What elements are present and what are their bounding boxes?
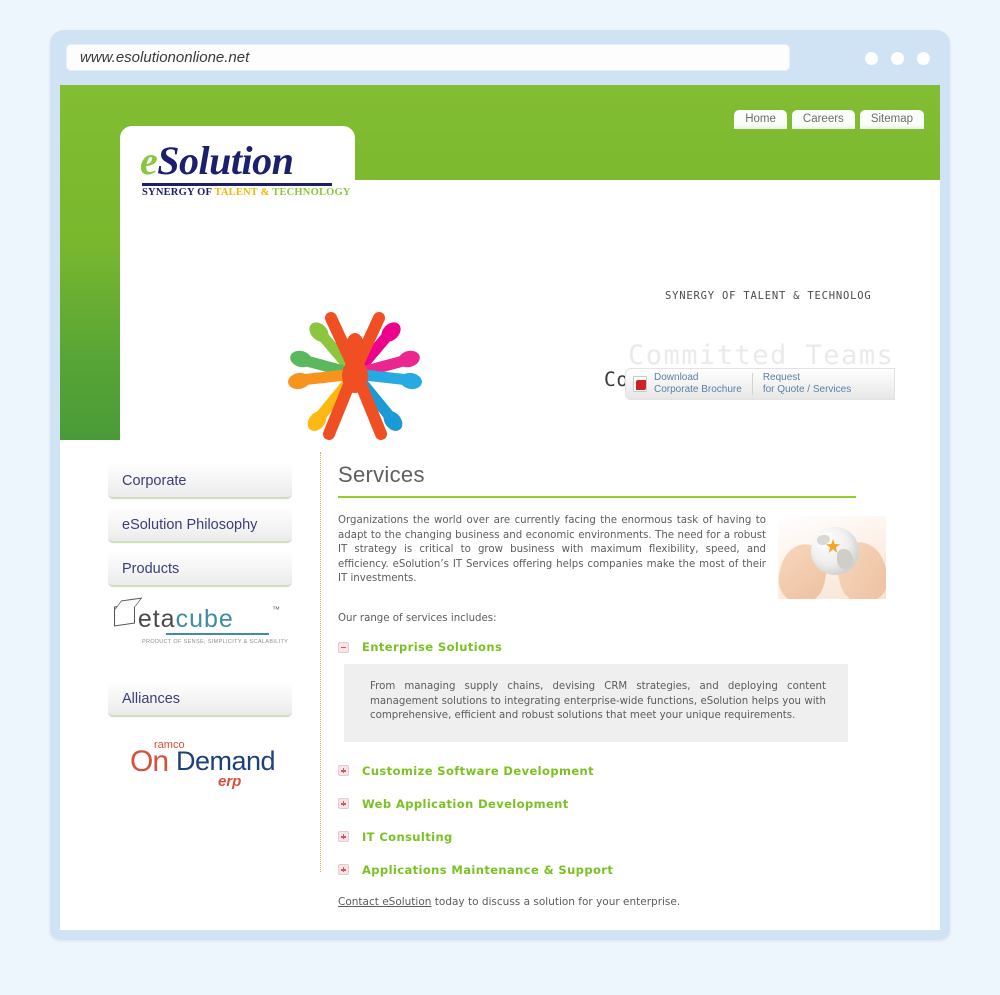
- logo-tagline-talent: TALENT &: [214, 187, 273, 198]
- utility-nav-careers[interactable]: Careers: [791, 110, 855, 129]
- accordion-header-it-consulting[interactable]: IT Consulting: [338, 830, 888, 844]
- strapline-sep-1: |: [721, 194, 725, 206]
- intro-paragraph: Organizations the world over are current…: [338, 515, 766, 584]
- content-area: Corporate eSolution Philosophy Products …: [60, 440, 940, 930]
- download-brochure-label: Download Corporate Brochure: [654, 372, 742, 396]
- sidebar-item-alliances[interactable]: Alliances: [108, 683, 292, 717]
- sidebar-item-label: eSolution Philosophy: [122, 517, 258, 533]
- ramco-ondemand-logo[interactable]: ramco On Demand erp: [108, 733, 292, 793]
- browser-window: www.esolutiononlione.net eSolution SYNER…: [50, 30, 950, 940]
- logo-wordmark: eSolution: [140, 140, 351, 182]
- nav-corporate[interactable]: Corporate: [549, 237, 629, 258]
- window-controls: [865, 52, 930, 65]
- accordion-body-enterprise-solutions: From managing supply chains, devising CR…: [344, 664, 848, 742]
- strapline-sep-2: |: [830, 194, 835, 206]
- request-quote-button[interactable]: Request for Quote / Services: [753, 372, 861, 396]
- plus-icon[interactable]: [338, 831, 349, 842]
- contact-cta: Contact eSolution today to discuss a sol…: [338, 896, 888, 908]
- site-logo[interactable]: eSolution SYNERGY OF TALENT & TECHNOLOGY: [140, 140, 351, 199]
- download-line-2: Corporate Brochure: [654, 384, 742, 395]
- sidebar-item-label: Products: [122, 561, 180, 577]
- accordion-header-applications-maintenance-support[interactable]: Applications Maintenance & Support: [338, 863, 888, 877]
- hero-banner: SYNERGY OF TALENT & TECHNOLOG Committed …: [120, 180, 940, 440]
- column-divider: [320, 452, 321, 872]
- logo-divider: [142, 183, 332, 186]
- accordion-label: Customize Software Development: [362, 763, 595, 778]
- action-strip: Download Corporate Brochure Request for …: [625, 368, 895, 400]
- services-strapline: Software Development | Web Development | I.T…: [596, 194, 924, 206]
- services-range-label: Our range of services includes:: [338, 613, 497, 624]
- accordion-label: Applications Maintenance & Support: [362, 862, 614, 877]
- primary-nav: Corporate Services Products Contact Us: [549, 237, 922, 258]
- accordion-collapsed-list: Customize Software Development Web Appli…: [338, 764, 888, 877]
- plus-icon[interactable]: [338, 798, 349, 809]
- logo-solution: Solution: [157, 138, 294, 183]
- utility-nav: Home Careers Sitemap: [734, 110, 924, 129]
- intro-row: Organizations the world over are current…: [338, 514, 888, 599]
- accordion-header-customize-software-development[interactable]: Customize Software Development: [338, 764, 888, 778]
- ramco-on: On: [130, 745, 169, 778]
- utility-nav-sitemap[interactable]: Sitemap: [859, 110, 924, 129]
- trademark-icon: ™: [272, 605, 280, 614]
- globe-shape: [811, 527, 859, 575]
- metacube-wordmark: Metacube: [116, 605, 234, 634]
- logo-tagline: SYNERGY OF TALENT & TECHNOLOGY: [142, 187, 351, 198]
- strapline-web-development[interactable]: Web Development: [729, 194, 827, 206]
- services-accordion: Enterprise Solutions From managing suppl…: [338, 640, 888, 877]
- people-starburst-icon: [285, 302, 425, 440]
- sidebar-item-label: Alliances: [122, 691, 181, 707]
- minus-icon[interactable]: [338, 641, 349, 653]
- nav-services[interactable]: Services: [649, 237, 718, 258]
- metacube-underline: [166, 633, 269, 635]
- contact-cta-rest: today to discuss a solution for your ent…: [431, 895, 681, 908]
- site-header: eSolution SYNERGY OF TALENT & TECHNOLOGY…: [60, 85, 940, 440]
- quote-line-1: Request: [762, 372, 801, 383]
- strapline-it-consultancy[interactable]: I.T. Consultancy: [838, 194, 924, 206]
- strapline-underline: [586, 209, 924, 210]
- logo-e: e: [140, 138, 158, 183]
- ramco-erp: erp: [218, 773, 242, 790]
- metacube-cube: cube: [175, 605, 234, 633]
- pdf-icon: [633, 376, 647, 392]
- window-control-dot-3[interactable]: [917, 52, 930, 65]
- sidebar: Corporate eSolution Philosophy Products …: [108, 465, 292, 793]
- logo-tagline-technology: TECHNOLOGY: [272, 187, 351, 198]
- sidebar-item-corporate[interactable]: Corporate: [108, 465, 292, 499]
- accordion-header-web-application-development[interactable]: Web Application Development: [338, 797, 888, 811]
- quote-line-2: for Quote / Services: [762, 384, 852, 395]
- main-column: Services Organizations the world over ar…: [338, 462, 888, 908]
- utility-nav-home[interactable]: Home: [734, 110, 787, 129]
- metacube-logo[interactable]: Metacube ™ PRODUCT OF SENSE, SIMPLICITY …: [108, 599, 292, 657]
- accordion-label: Web Application Development: [362, 796, 569, 811]
- download-line-1: Download: [654, 372, 699, 383]
- banner-ghost-title: Committed Teams: [628, 340, 895, 371]
- accordion-label: IT Consulting: [362, 829, 453, 844]
- logo-tagline-synergy: SYNERGY OF: [142, 187, 215, 198]
- title-underline: [338, 496, 856, 498]
- nav-products[interactable]: Products: [738, 237, 809, 258]
- page-title: Services: [338, 462, 425, 487]
- metacube-eta: eta: [137, 605, 176, 633]
- plus-icon[interactable]: [338, 765, 349, 776]
- contact-esolution-link[interactable]: Contact eSolution: [338, 896, 431, 908]
- url-text: www.esolutiononlione.net: [80, 49, 250, 66]
- plus-icon[interactable]: [338, 864, 349, 875]
- website-canvas: eSolution SYNERGY OF TALENT & TECHNOLOGY…: [60, 85, 940, 930]
- hands-globe-image: [778, 516, 886, 599]
- window-control-dot-1[interactable]: [865, 52, 878, 65]
- sidebar-item-label: Corporate: [122, 473, 187, 489]
- strapline-software-development[interactable]: Software Development: [596, 194, 717, 206]
- nav-contact-us[interactable]: Contact Us: [828, 237, 922, 258]
- accordion-label: Enterprise Solutions: [362, 640, 503, 654]
- banner-tagline: SYNERGY OF TALENT & TECHNOLOG: [665, 290, 872, 302]
- sidebar-item-products[interactable]: Products: [108, 553, 292, 587]
- metacube-tagline: PRODUCT OF SENSE, SIMPLICITY & SCALABILI…: [142, 639, 289, 645]
- window-control-dot-2[interactable]: [891, 52, 904, 65]
- accordion-header-enterprise-solutions[interactable]: Enterprise Solutions: [338, 640, 888, 654]
- url-input[interactable]: www.esolutiononlione.net: [66, 44, 790, 71]
- sidebar-item-philosophy[interactable]: eSolution Philosophy: [108, 509, 292, 543]
- browser-chrome: www.esolutiononlione.net: [50, 30, 950, 85]
- download-brochure-button[interactable]: Download Corporate Brochure: [625, 372, 752, 396]
